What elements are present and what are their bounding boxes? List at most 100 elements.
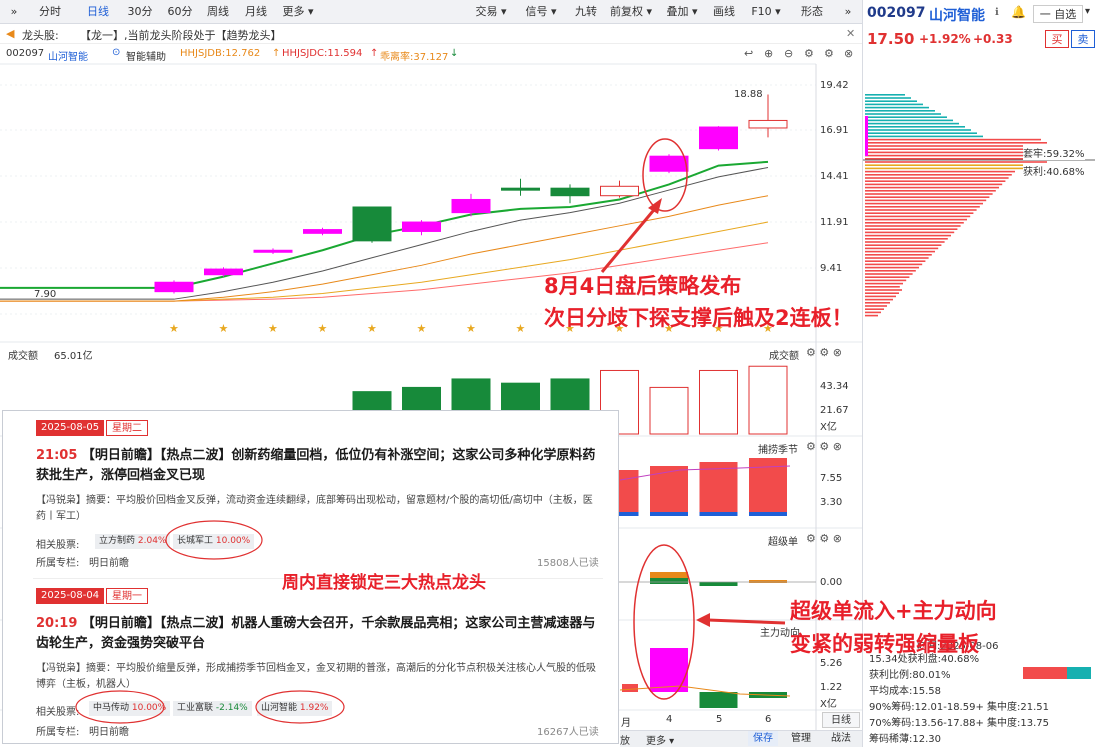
volume-bar-11 — [699, 369, 738, 435]
chip-row-1 — [865, 97, 911, 99]
news-title-2[interactable]: 20:19 【明日前瞻】【热点二波】机器人重磅大会召开，千余款展品亮相；这家公司… — [36, 614, 606, 654]
save-button[interactable]: 保存 — [748, 731, 778, 746]
column-link-1[interactable]: 明日前瞻 — [89, 554, 129, 569]
chevron-down-icon[interactable]: ▾ — [1085, 6, 1090, 17]
super-bar-3 — [699, 582, 738, 586]
date-tick-3: 5 — [716, 714, 723, 725]
stock-tag-1-1[interactable]: 立方制药 2.04% — [95, 534, 171, 549]
news-date-2: 2025-08-04 — [36, 588, 105, 604]
news-author-2: 【冯锐枭】 — [36, 663, 86, 674]
candle-body-10 — [649, 155, 689, 172]
column-label-2: 所属专栏: — [36, 727, 80, 738]
chip-row-56 — [865, 273, 913, 275]
chip-row-36 — [865, 209, 977, 211]
date-tick-4: 6 — [765, 714, 772, 725]
info-icon[interactable]: ℹ — [995, 7, 999, 18]
stock-tag-2-1[interactable]: 中马传动 10.00% — [89, 701, 171, 716]
volume-bar-10 — [649, 386, 689, 435]
news-summary-2: 【冯锐枭】摘要：平均股价缩量反弹，形成捕捞季节回档金叉，金叉初期的普涨，高潮后的… — [36, 661, 596, 693]
daily-button[interactable]: 日线 — [822, 712, 860, 728]
super-bar-4 — [749, 580, 787, 583]
main-tick-1: 5.26 — [820, 658, 843, 669]
chip-row-11 — [865, 129, 971, 131]
column-link-2[interactable]: 明日前瞻 — [89, 723, 129, 738]
star-marker-7: ★ — [516, 322, 526, 335]
star-marker-1: ★ — [219, 322, 229, 335]
price-tick-4: 11.91 — [820, 217, 849, 228]
chip-row-35 — [865, 206, 980, 208]
sell-button[interactable]: 卖 — [1071, 30, 1095, 48]
super-settings-icon[interactable]: ⚙ ⚙ ⊗ — [806, 532, 842, 545]
chip-row-32 — [865, 196, 990, 198]
main-unit: X亿 — [820, 699, 837, 710]
candle-body-4 — [352, 206, 392, 242]
chip-row-65 — [865, 302, 890, 304]
chip-row-41 — [865, 225, 961, 227]
stock-tag-1-1-pct: 2.04% — [137, 536, 167, 546]
volume-unit: X亿 — [820, 422, 837, 433]
buy-button[interactable]: 买 — [1045, 30, 1069, 48]
super-title: 超级单 — [768, 537, 798, 548]
price-tick-2: 16.91 — [820, 125, 849, 136]
chip-row-30 — [865, 190, 996, 192]
news-time-2: 20:19 — [36, 616, 78, 631]
chip-row-50 — [865, 254, 932, 256]
main-bar-2 — [699, 692, 738, 708]
chip-row-8 — [865, 119, 953, 122]
bottom-fang[interactable]: 放 — [620, 732, 630, 747]
stock-tag-2-1-pct: 10.00% — [131, 703, 167, 713]
chip-row-63 — [865, 295, 896, 298]
chip-row-43 — [865, 231, 955, 234]
trap-value: 套牢:59.32% — [1023, 145, 1085, 160]
season-base-1 — [650, 512, 688, 516]
candle-body-1 — [204, 268, 243, 276]
volume-settings-icon[interactable]: ⚙ ⚙ ⊗ — [806, 346, 842, 359]
bell-icon[interactable]: 🔔 — [1011, 5, 1026, 19]
season-tick-1: 7.55 — [820, 473, 843, 484]
chip-row-33 — [865, 199, 987, 202]
reads-1: 15808人已读 — [537, 558, 599, 569]
chip-row-0 — [865, 94, 905, 96]
bottom-more[interactable]: 更多 ▾ — [646, 732, 674, 747]
season-title: 捕捞季节 — [758, 445, 798, 456]
price-tick-1: 19.42 — [820, 80, 849, 91]
chip-row-68 — [865, 311, 881, 314]
stock-tag-1-2[interactable]: 长城军工 10.00% — [173, 534, 255, 549]
chip-row-51 — [865, 257, 929, 259]
stock-tag-2-2[interactable]: 工业富联 -2.14% — [173, 701, 252, 716]
chip-row-47 — [865, 244, 942, 246]
season-bar-2 — [699, 462, 738, 516]
chip-row-64 — [865, 298, 893, 301]
chip-row-15 — [865, 142, 1047, 144]
annotation-strategy-2: 次日分歧下探支撑后触及2连板！ — [544, 306, 853, 330]
news-weekday-1: 星期二 — [106, 420, 148, 436]
chip-row-49 — [865, 250, 935, 253]
chip-row-59 — [865, 282, 903, 285]
favorite-button[interactable]: 一 自选 — [1033, 5, 1083, 23]
candle-body-7 — [501, 187, 540, 191]
related-label-2: 相关股票: — [36, 707, 80, 718]
news-title-1[interactable]: 21:05 【明日前瞻】【热点二波】创新药缩量回档，低位仍有补涨空间；这家公司多… — [36, 446, 606, 486]
volume-tick-2: 21.67 — [820, 405, 849, 416]
trap-bar — [1067, 667, 1091, 679]
chip-row-58 — [865, 279, 907, 282]
rp-stat-4: 70%筹码:13.56-17.88+ 集中度:13.75 — [869, 718, 1050, 729]
star-marker-2: ★ — [268, 322, 278, 335]
star-marker-5: ★ — [417, 322, 427, 335]
manage-button[interactable]: 管理 — [786, 731, 816, 746]
annotation-lock: 周内直接锁定三大热点龙头 — [282, 573, 486, 593]
star-marker-0: ★ — [169, 322, 179, 335]
high-price-label: 18.88 — [734, 89, 763, 100]
chip-row-13 — [865, 135, 983, 138]
rp-code: 002097 — [867, 5, 926, 21]
volume-bar-12 — [748, 365, 788, 435]
chip-row-37 — [865, 212, 974, 214]
chip-row-3 — [865, 103, 923, 106]
chip-row-61 — [865, 289, 902, 291]
stock-tag-2-3[interactable]: 山河智能 1.92% — [257, 701, 333, 716]
chip-row-27 — [865, 180, 1006, 182]
star-marker-6: ★ — [466, 322, 476, 335]
rp-pct: +1.92% — [919, 32, 971, 46]
season-settings-icon[interactable]: ⚙ ⚙ ⊗ — [806, 440, 842, 453]
strategy-button[interactable]: 战法 — [826, 731, 856, 746]
